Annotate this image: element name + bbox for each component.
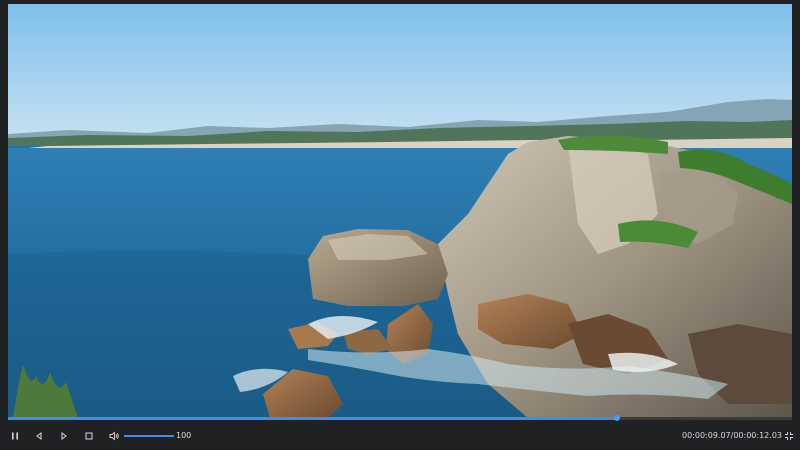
video-player: 100 00:00:09.07/00:00:12.03 xyxy=(0,0,800,450)
volume-value: 100 xyxy=(176,431,192,440)
pause-icon xyxy=(10,431,20,441)
total-time: 00:00:12.03 xyxy=(733,431,782,440)
stop-icon xyxy=(84,431,94,441)
volume-slider[interactable] xyxy=(124,435,174,437)
video-frame[interactable] xyxy=(8,4,792,418)
fullscreen-button[interactable] xyxy=(782,429,796,443)
volume-slider-fill xyxy=(124,435,174,437)
seek-bar-fill xyxy=(8,417,617,420)
pause-button[interactable] xyxy=(8,429,22,443)
fullscreen-icon xyxy=(784,431,794,441)
next-frame-icon xyxy=(59,431,69,441)
video-scene xyxy=(8,4,792,418)
current-time: 00:00:09.07 xyxy=(681,431,731,440)
next-frame-button[interactable] xyxy=(57,429,71,443)
time-display: 00:00:09.07/00:00:12.03 xyxy=(682,431,782,441)
volume-icon xyxy=(109,431,120,441)
control-bar: 100 00:00:09.07/00:00:12.03 xyxy=(0,422,800,450)
previous-frame-icon xyxy=(34,431,44,441)
stop-button[interactable] xyxy=(82,429,96,443)
seek-handle[interactable] xyxy=(613,415,620,421)
seek-bar[interactable] xyxy=(8,415,792,421)
volume-button[interactable] xyxy=(107,429,121,443)
previous-frame-button[interactable] xyxy=(32,429,46,443)
